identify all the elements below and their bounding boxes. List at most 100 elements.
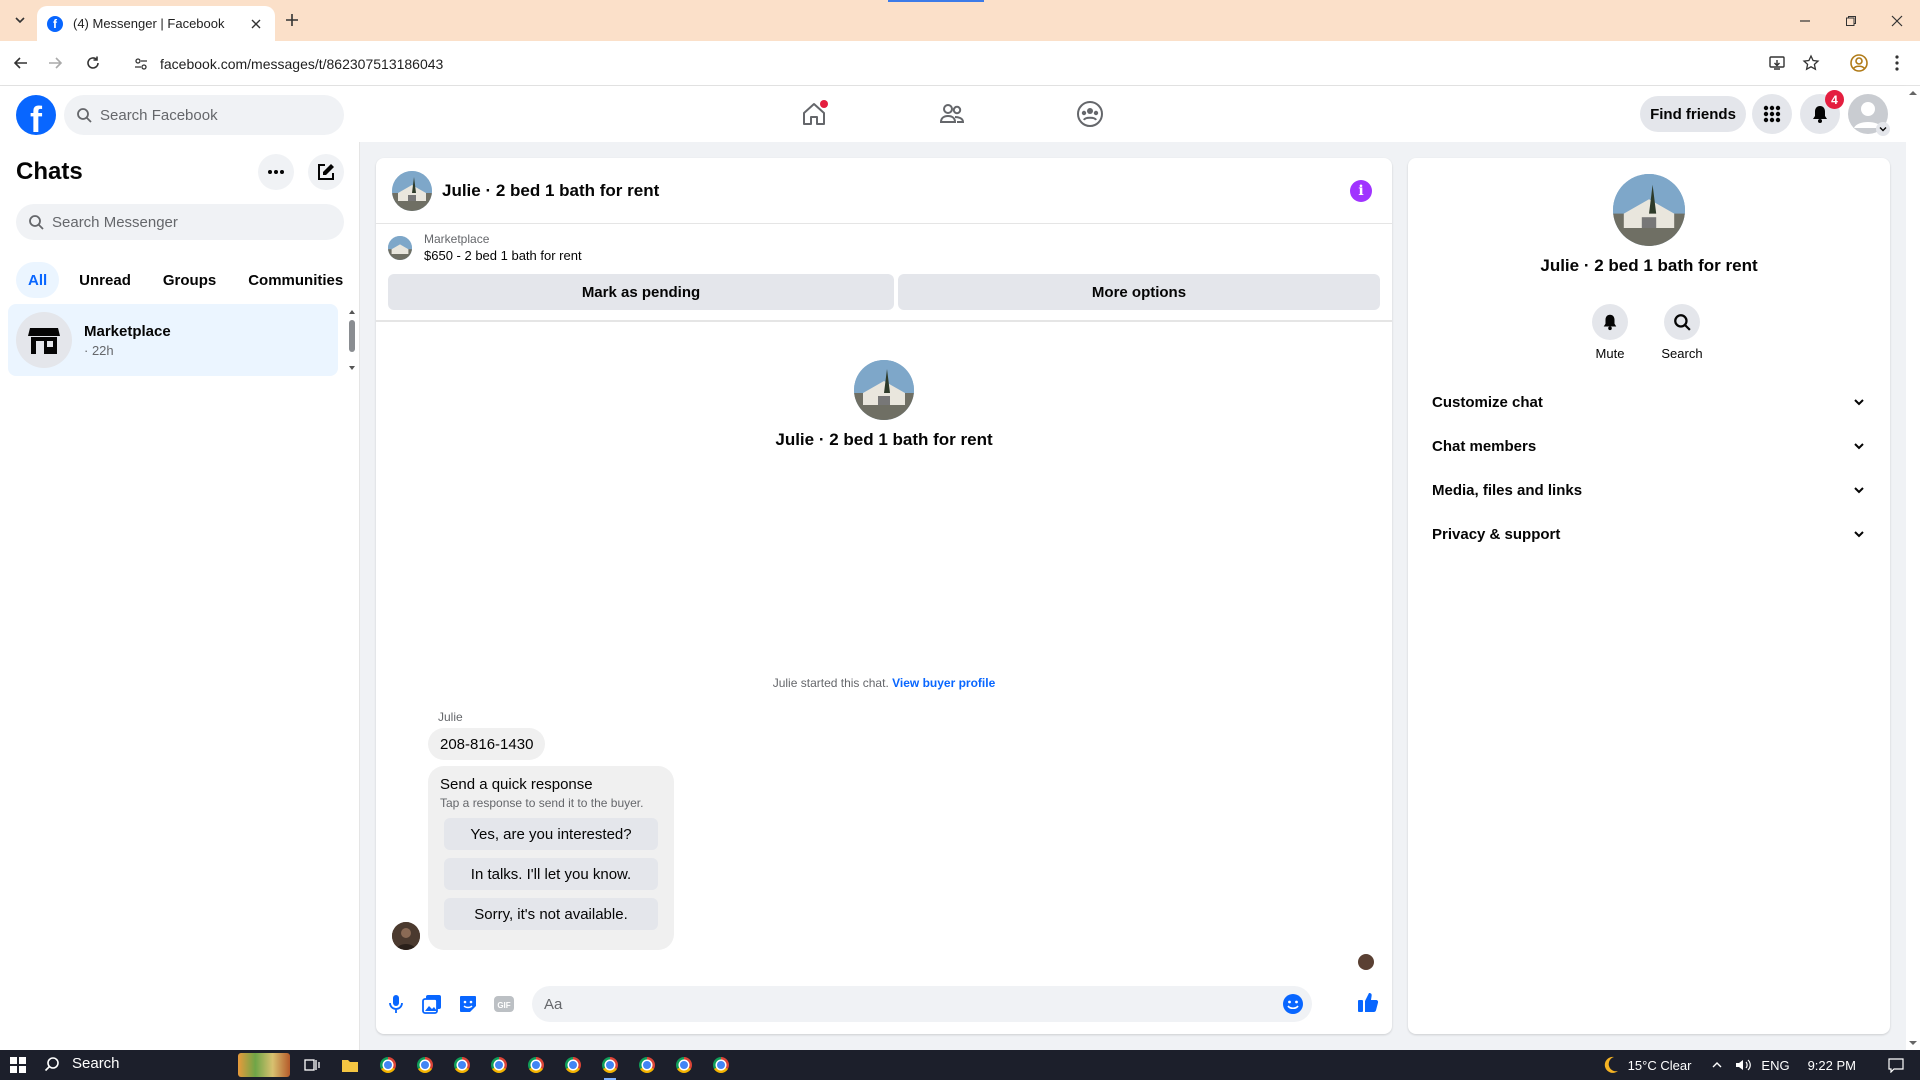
language-indicator[interactable]: ENG <box>1761 1058 1789 1073</box>
notifications-bell-icon[interactable]: 4 <box>1800 90 1844 134</box>
chrome-icon[interactable] <box>563 1055 583 1075</box>
facebook-logo-icon[interactable]: f <box>16 95 56 135</box>
back-arrow-icon[interactable] <box>10 52 32 74</box>
mark-as-pending-button[interactable]: Mark as pending <box>388 274 894 310</box>
privacy-support-section[interactable]: Privacy & support <box>1416 512 1882 556</box>
message-bubble[interactable]: 208-816-1430 <box>428 728 546 760</box>
conversation-info-icon[interactable]: i <box>1350 180 1372 202</box>
address-bar[interactable]: facebook.com/messages/t/862307513186043 <box>124 47 1784 80</box>
quick-response-option[interactable]: In talks. I'll let you know. <box>444 858 658 890</box>
header-divider <box>376 320 1392 322</box>
reload-icon[interactable] <box>82 52 104 74</box>
profile-name: Julie · 2 bed 1 bath for rent <box>775 430 993 449</box>
chat-list-item[interactable]: Marketplace · 22h <box>8 304 338 376</box>
notification-center-icon[interactable] <box>1888 1057 1904 1073</box>
bookmark-star-icon[interactable] <box>1800 52 1822 74</box>
chrome-icon[interactable] <box>600 1055 620 1080</box>
tab-search-chevron-icon[interactable] <box>10 10 30 30</box>
tab-close-icon[interactable] <box>247 15 265 33</box>
filter-groups[interactable]: Groups <box>151 262 228 298</box>
home-icon[interactable] <box>794 94 834 134</box>
filter-all[interactable]: All <box>16 262 60 298</box>
chrome-icon[interactable] <box>711 1055 731 1075</box>
profile-icon[interactable] <box>1848 52 1870 74</box>
chrome-icon[interactable] <box>489 1055 509 1075</box>
new-tab-plus-icon[interactable] <box>282 10 302 30</box>
view-buyer-profile-link[interactable]: View buyer profile <box>892 676 995 690</box>
find-friends-button[interactable]: Find friends <box>1640 96 1746 132</box>
conversation-title[interactable]: Julie · 2 bed 1 bath for rent <box>442 181 659 201</box>
chat-filter-tabs: All Unread Groups Communities <box>16 262 355 298</box>
gif-icon[interactable]: GIF <box>492 992 516 1016</box>
volume-icon[interactable] <box>1735 1058 1752 1072</box>
customize-chat-section[interactable]: Customize chat <box>1416 380 1882 424</box>
quick-response-option[interactable]: Sorry, it's not available. <box>444 898 658 930</box>
messenger-search-field[interactable] <box>16 204 344 240</box>
chrome-icon[interactable] <box>637 1055 657 1075</box>
mute-action[interactable]: Mute <box>1580 304 1640 361</box>
install-app-icon[interactable] <box>1766 52 1788 74</box>
minimize-window-icon[interactable] <box>1782 0 1828 41</box>
chat-options-icon[interactable] <box>258 154 294 190</box>
quick-response-subtitle: Tap a response to send it to the buyer. <box>440 796 644 810</box>
more-options-button[interactable]: More options <box>898 274 1380 310</box>
file-explorer-icon[interactable] <box>340 1055 360 1075</box>
notifications-badge: 4 <box>1825 90 1844 109</box>
groups-icon[interactable] <box>1070 94 1110 134</box>
marketplace-listing-summary[interactable]: Marketplace $650 - 2 bed 1 bath for rent <box>388 232 582 263</box>
search-highlight-image[interactable] <box>238 1053 290 1077</box>
message-input-field[interactable] <box>532 986 1312 1022</box>
system-tray: 15°C Clear ENG 9:22 PM <box>1600 1050 1920 1080</box>
browser-menu-icon[interactable] <box>1886 52 1908 74</box>
friends-icon[interactable] <box>932 94 972 134</box>
moon-weather-icon[interactable] <box>1600 1055 1620 1075</box>
like-thumb-icon[interactable] <box>1356 990 1380 1014</box>
message-sender-name: Julie <box>438 710 463 724</box>
media-files-links-section[interactable]: Media, files and links <box>1416 468 1882 512</box>
conversation-avatar[interactable] <box>392 170 432 211</box>
close-window-icon[interactable] <box>1874 0 1920 41</box>
facebook-search-input[interactable] <box>100 106 320 124</box>
browser-tab-active[interactable]: f (4) Messenger | Facebook <box>37 6 275 41</box>
new-message-icon[interactable] <box>308 154 344 190</box>
restore-window-icon[interactable] <box>1828 0 1874 41</box>
forward-arrow-icon[interactable] <box>44 52 66 74</box>
windows-start-icon[interactable] <box>10 1057 26 1073</box>
filter-communities[interactable]: Communities <box>236 262 355 298</box>
message-input[interactable] <box>544 995 1244 1013</box>
attach-photo-icon[interactable] <box>420 992 444 1016</box>
chrome-icon[interactable] <box>526 1055 546 1075</box>
quick-response-option[interactable]: Yes, are you interested? <box>444 818 658 850</box>
clock-time[interactable]: 9:22 PM <box>1808 1058 1856 1073</box>
chrome-icon[interactable] <box>452 1055 472 1075</box>
bell-icon[interactable] <box>1592 304 1628 340</box>
sticker-icon[interactable] <box>456 992 480 1016</box>
account-avatar[interactable] <box>1848 94 1890 136</box>
chrome-icon[interactable] <box>378 1055 398 1075</box>
microphone-icon[interactable] <box>384 992 408 1016</box>
facebook-top-bar: f Find friends 4 <box>0 86 1906 142</box>
page-scrollbar[interactable] <box>1906 86 1920 1050</box>
taskbar-search[interactable]: Search <box>44 1055 120 1072</box>
chrome-icon[interactable] <box>674 1055 694 1075</box>
info-avatar[interactable] <box>1613 174 1685 246</box>
facebook-search-field[interactable] <box>64 95 344 135</box>
profile-avatar[interactable] <box>854 360 914 420</box>
weather-text[interactable]: 15°C Clear <box>1628 1058 1692 1073</box>
messenger-search-input[interactable] <box>52 213 312 231</box>
quick-response-title: Send a quick response <box>440 776 593 793</box>
filter-unread[interactable]: Unread <box>67 262 143 298</box>
chat-list-scrollbar[interactable] <box>348 308 356 372</box>
sender-avatar[interactable] <box>392 922 420 950</box>
chrome-icon[interactable] <box>415 1055 435 1075</box>
info-profile: Julie · 2 bed 1 bath for rent <box>1408 174 1890 276</box>
search-action[interactable]: Search <box>1652 304 1712 361</box>
browser-tab-strip: f (4) Messenger | Facebook <box>0 0 1920 41</box>
task-view-icon[interactable] <box>302 1055 322 1075</box>
search-icon[interactable] <box>1664 304 1700 340</box>
tray-chevron-up-icon[interactable] <box>1711 1059 1723 1071</box>
apps-menu-icon[interactable] <box>1752 94 1792 134</box>
chat-members-section[interactable]: Chat members <box>1416 424 1882 468</box>
emoji-icon[interactable] <box>1282 993 1304 1015</box>
site-info-icon[interactable] <box>132 55 150 73</box>
